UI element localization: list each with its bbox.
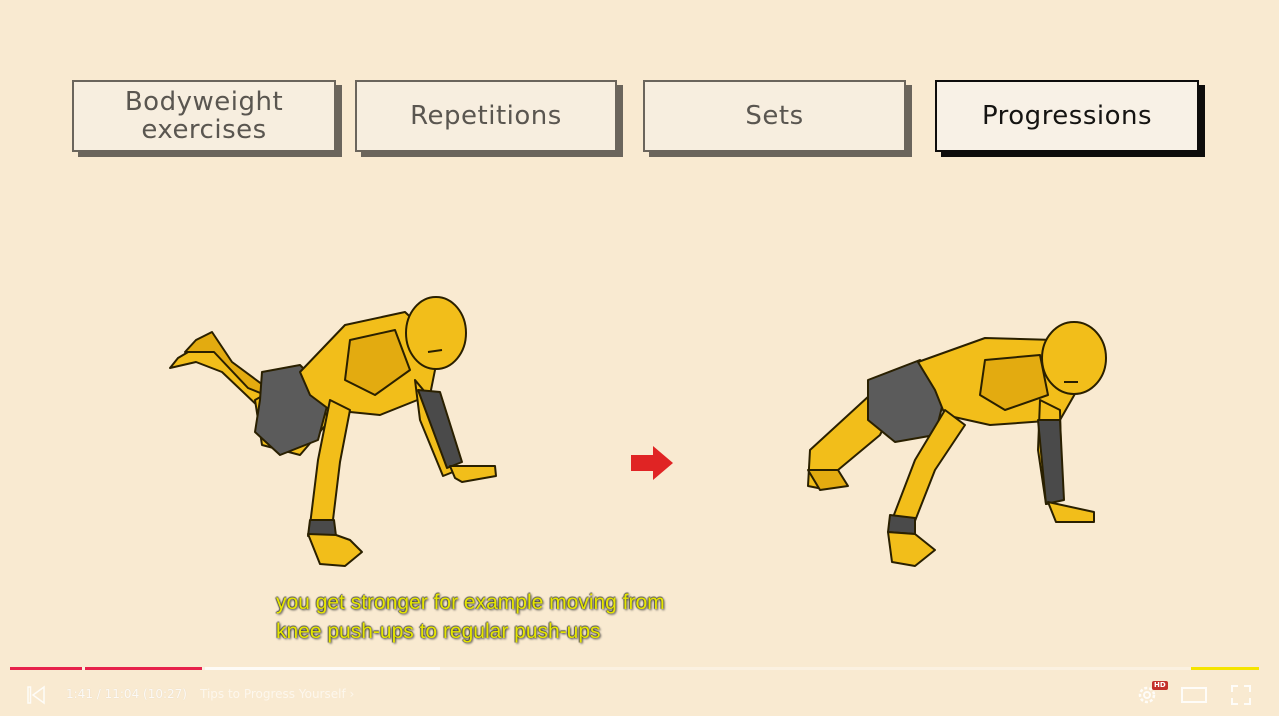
knee-push-up-figure (169, 296, 497, 567)
progress-played-segment-2 (85, 667, 202, 670)
time-display: 1:41 / 11:04 (10:27) (66, 687, 187, 701)
chapter-text: Tips to Progress Yourself (200, 687, 346, 701)
caption-line-1: you get stronger for example moving from (276, 591, 665, 614)
theater-icon (1181, 687, 1207, 703)
hd-badge: HD (1152, 681, 1168, 690)
player-controls: 1:41 / 11:04 (10:27) Tips to Progress Yo… (0, 680, 1279, 710)
progress-played-segment-1 (10, 667, 82, 670)
previous-icon (27, 685, 45, 705)
subtitle-caption: you get stronger for example moving from… (276, 588, 665, 646)
adjusted-time: (10:27) (143, 687, 187, 701)
chapter-title[interactable]: Tips to Progress Yourself › (200, 687, 354, 701)
video-progress-bar[interactable] (10, 667, 1259, 670)
fullscreen-icon (1231, 685, 1251, 705)
fullscreen-button[interactable] (1228, 682, 1254, 708)
previous-button[interactable] (24, 682, 48, 708)
right-arrow-icon (631, 446, 673, 480)
push-up-figure (807, 321, 1107, 567)
chevron-right-icon: › (349, 687, 355, 701)
theater-mode-button[interactable] (1180, 682, 1208, 708)
progress-buffered (205, 667, 440, 670)
sponsor-segment (1191, 667, 1259, 670)
time-text: 1:41 / 11:04 (66, 687, 140, 701)
caption-line-2: knee push-ups to regular push-ups (276, 620, 601, 643)
